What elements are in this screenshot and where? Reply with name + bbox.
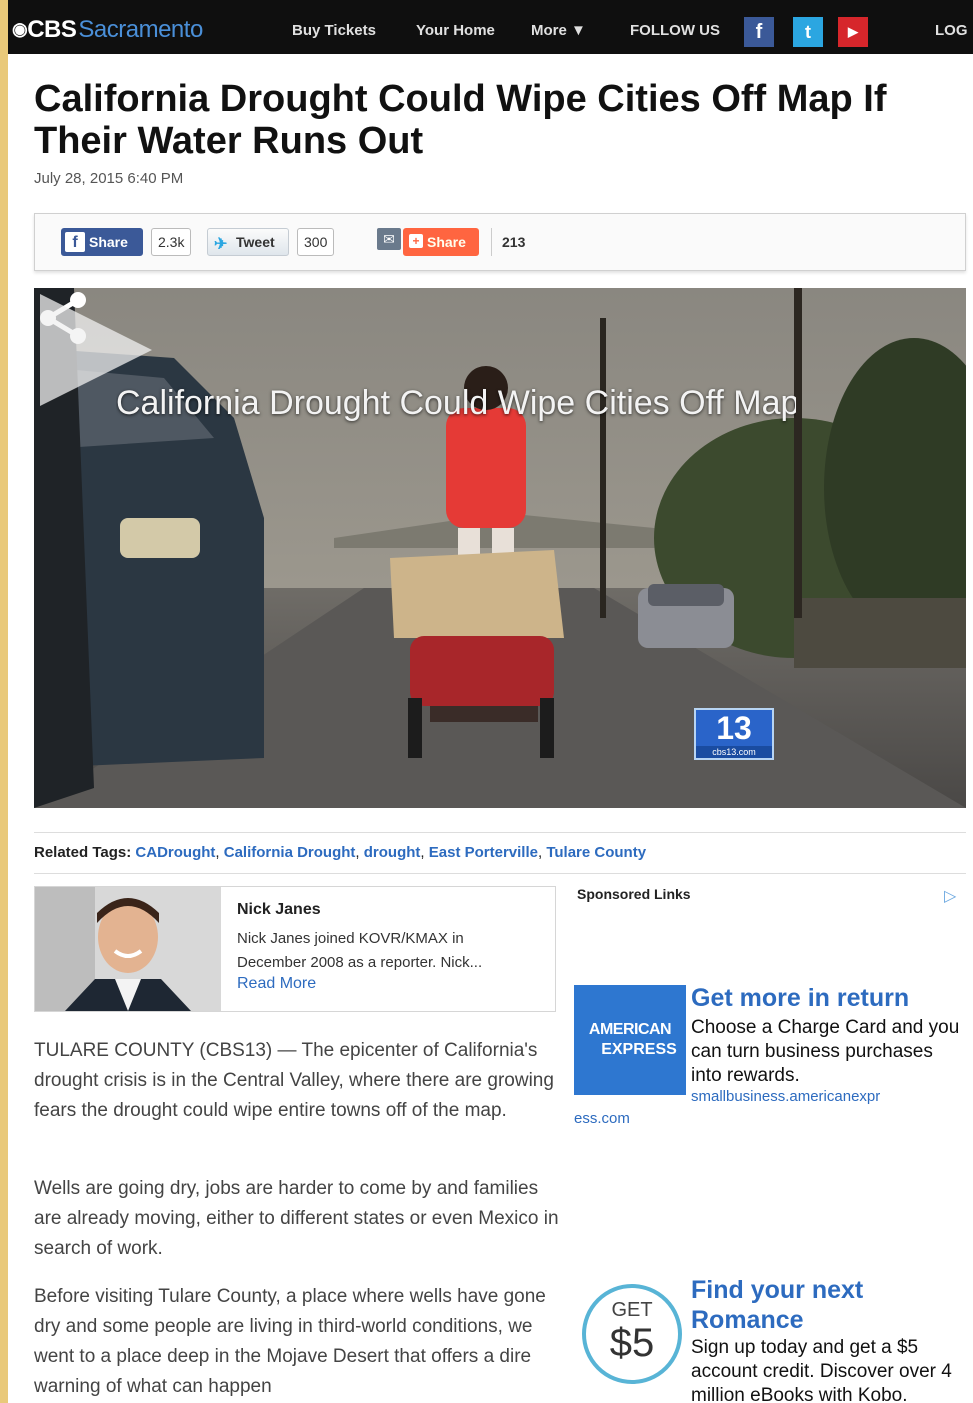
- login-link[interactable]: LOG: [935, 22, 968, 39]
- author-card: Nick Janes Nick Janes joined KOVR/KMAX i…: [34, 886, 556, 1012]
- tweet-button[interactable]: ✈ Tweet: [207, 228, 289, 256]
- adchoices-icon[interactable]: ▷: [944, 886, 956, 906]
- facebook-icon: f: [65, 232, 85, 252]
- author-bio: Nick Janes joined KOVR/KMAX in December …: [237, 930, 483, 971]
- article-paragraph: Wells are going dry, jobs are harder to …: [34, 1178, 559, 1259]
- american-express-logo[interactable]: AMERICAN EXPRESS: [574, 985, 686, 1095]
- svg-text:$5: $5: [610, 1321, 655, 1365]
- kobo-get5-badge[interactable]: GET $5: [580, 1282, 684, 1386]
- cbs13-station-logo: 13 cbs13.com: [694, 708, 774, 760]
- ad-text-amex: Choose a Charge Card and you can turn bu…: [691, 1017, 960, 1086]
- ad-title-kobo[interactable]: Find your next Romance: [691, 1275, 901, 1335]
- twitter-icon[interactable]: t: [793, 17, 823, 47]
- addthis-share-button[interactable]: + Share: [403, 228, 479, 256]
- video-still: [34, 288, 966, 808]
- nav-your-home[interactable]: Your Home: [416, 22, 495, 39]
- video-player[interactable]: California Drought Could Wipe Cities Off…: [34, 288, 966, 808]
- video-title-overlay: California Drought Could Wipe Cities Off…: [116, 384, 796, 422]
- facebook-icon[interactable]: f: [744, 17, 774, 47]
- tag-tulare-county[interactable]: Tulare County: [546, 844, 646, 861]
- facebook-share-count: 2.3k: [151, 228, 192, 256]
- article-headline: California Drought Could Wipe Cities Off…: [34, 78, 887, 162]
- author-read-more-link[interactable]: Read More: [237, 975, 316, 993]
- twitter-bird-icon: ✈: [214, 236, 228, 253]
- tag-california-drought[interactable]: California Drought: [224, 844, 356, 861]
- author-avatar[interactable]: [35, 887, 221, 1011]
- plus-icon: +: [409, 234, 423, 248]
- ad-title-amex[interactable]: Get more in return: [691, 983, 909, 1013]
- related-tags-label: Related Tags:: [34, 844, 132, 861]
- svg-text:GET: GET: [611, 1299, 652, 1321]
- page-frame: ◉CBSSacramento Buy Tickets Your Home Mor…: [8, 0, 973, 1403]
- play-icon[interactable]: [34, 288, 160, 412]
- sponsored-links-label: Sponsored Links: [577, 886, 691, 902]
- email-icon[interactable]: ✉: [377, 228, 401, 250]
- nav-buy-tickets[interactable]: Buy Tickets: [292, 22, 376, 39]
- article-paragraph: TULARE COUNTY (CBS13) — The epicenter of…: [34, 1040, 554, 1121]
- article-paragraph: Before visiting Tulare County, a place w…: [34, 1286, 546, 1397]
- tweet-count: 300: [297, 228, 335, 256]
- follow-us-label: FOLLOW US: [630, 22, 720, 39]
- youtube-icon[interactable]: ▶: [838, 17, 868, 47]
- share-bar: f Share 2.3k ✈ Tweet 300 ✉ + Share 213: [34, 213, 966, 271]
- ad-url-amex[interactable]: smallbusiness.americanexpr: [691, 1088, 880, 1105]
- nav-more-dropdown[interactable]: More ▼: [531, 22, 586, 39]
- ad-text-kobo: Sign up today and get a $5 account credi…: [691, 1337, 952, 1403]
- tag-drought[interactable]: drought: [364, 844, 421, 861]
- tag-east-porterville[interactable]: East Porterville: [429, 844, 538, 861]
- site-logo[interactable]: ◉CBSSacramento: [12, 16, 203, 44]
- ad-url-amex-cont[interactable]: ess.com: [574, 1110, 630, 1127]
- author-name[interactable]: Nick Janes: [237, 901, 321, 919]
- share-count: 213: [491, 228, 535, 256]
- facebook-share-button[interactable]: f Share: [61, 228, 143, 256]
- related-tags: Related Tags: CADrought, California Drou…: [34, 832, 966, 874]
- tag-cadrought[interactable]: CADrought: [135, 844, 215, 861]
- cbs-eye-icon: ◉: [12, 19, 28, 39]
- article-date: July 28, 2015 6:40 PM: [34, 170, 184, 187]
- top-nav: ◉CBSSacramento Buy Tickets Your Home Mor…: [8, 0, 973, 54]
